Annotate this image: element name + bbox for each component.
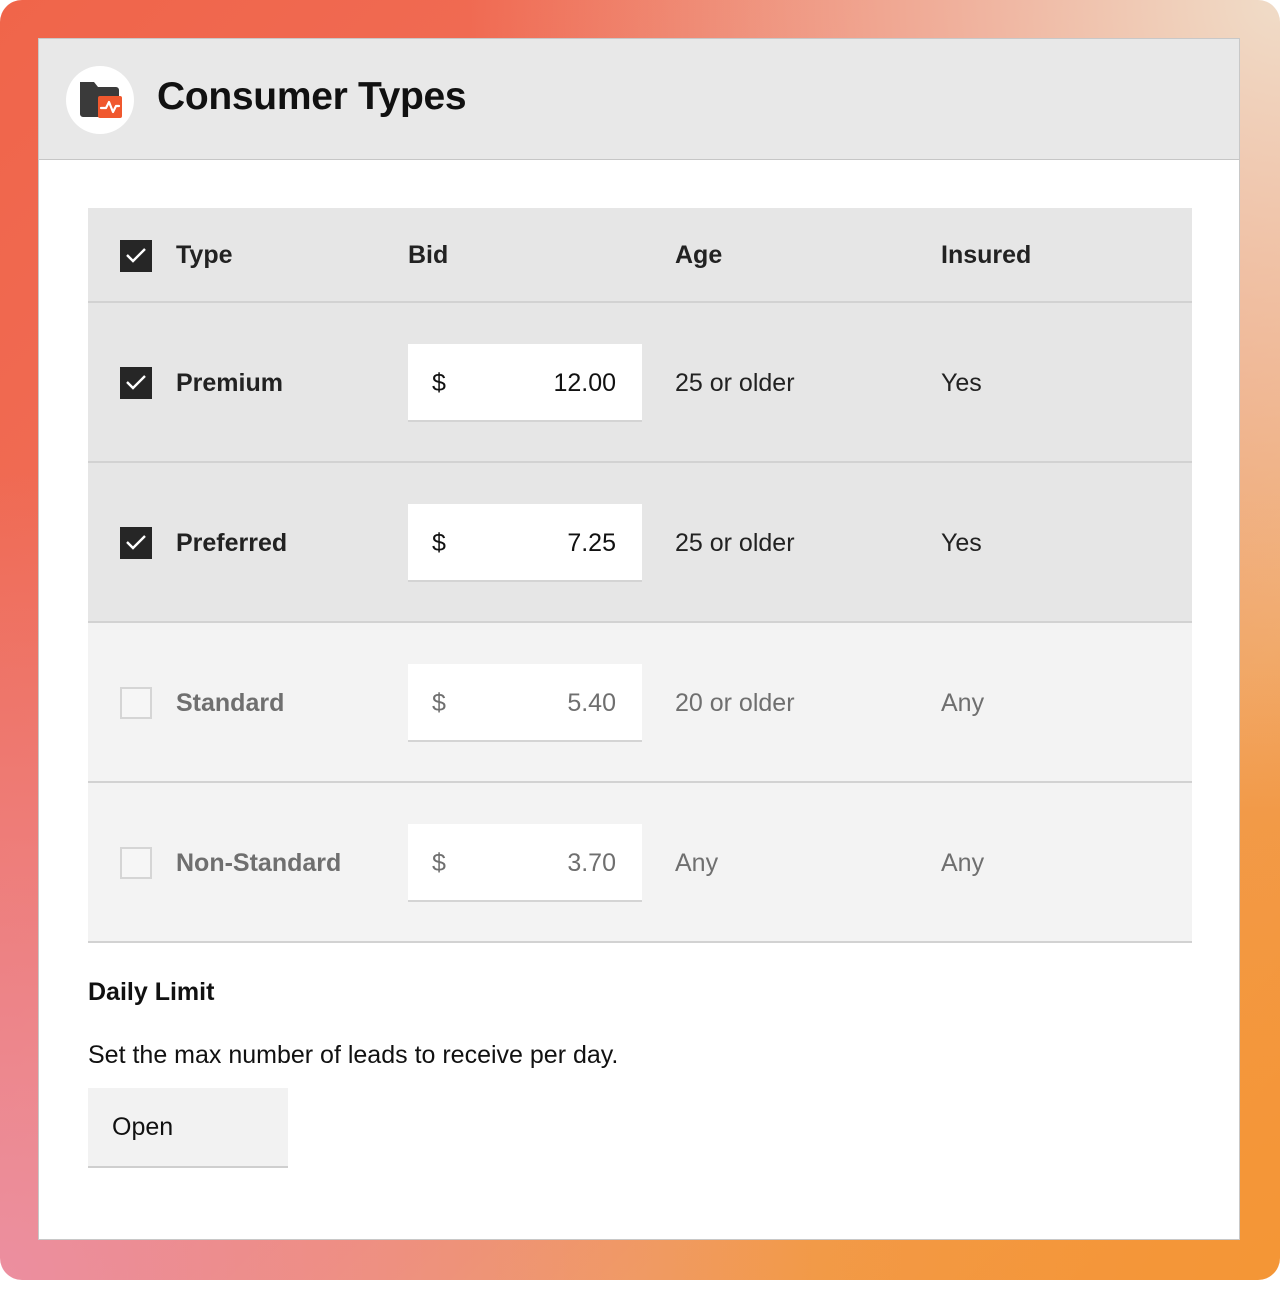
insured-value: Any xyxy=(941,689,985,717)
insured-value: Any xyxy=(941,849,985,877)
row-checkbox[interactable] xyxy=(120,847,152,879)
type-label: Standard xyxy=(176,689,285,717)
open-button[interactable]: Open xyxy=(88,1088,288,1168)
insured-value: Yes xyxy=(941,369,982,397)
table-row: Preferred $ 7.25 25 or older Yes xyxy=(88,463,1192,623)
panel-header: Consumer Types xyxy=(39,39,1239,160)
currency-symbol: $ xyxy=(432,689,446,717)
currency-symbol: $ xyxy=(432,529,446,557)
row-checkbox[interactable] xyxy=(120,367,152,399)
age-value: Any xyxy=(675,849,719,877)
column-header-type: Type xyxy=(176,241,233,269)
type-label: Non-Standard xyxy=(176,849,342,877)
bid-value: 7.25 xyxy=(567,529,616,557)
age-value: 25 or older xyxy=(675,529,795,557)
age-value: 20 or older xyxy=(675,689,795,717)
column-header-age: Age xyxy=(675,241,723,269)
select-all-checkbox[interactable] xyxy=(120,240,152,272)
table-header-row: Type Bid Age Insured xyxy=(88,208,1192,303)
type-label: Premium xyxy=(176,369,283,397)
row-checkbox[interactable] xyxy=(120,687,152,719)
folder-activity-icon xyxy=(66,66,134,134)
bid-input[interactable]: $ 3.70 xyxy=(408,824,642,902)
table-row: Standard $ 5.40 20 or older Any xyxy=(88,623,1192,783)
currency-symbol: $ xyxy=(432,849,446,877)
currency-symbol: $ xyxy=(432,369,446,397)
insured-value: Yes xyxy=(941,529,982,557)
consumer-types-table: Type Bid Age Insured Premium $ 12.00 25 … xyxy=(88,208,1192,943)
bid-value: 5.40 xyxy=(567,689,616,717)
table-row: Premium $ 12.00 25 or older Yes xyxy=(88,303,1192,463)
bid-input[interactable]: $ 7.25 xyxy=(408,504,642,582)
bid-value: 12.00 xyxy=(553,369,616,397)
row-checkbox[interactable] xyxy=(120,527,152,559)
type-label: Preferred xyxy=(176,529,288,557)
column-header-insured: Insured xyxy=(941,241,1032,269)
age-value: 25 or older xyxy=(675,369,795,397)
table-row: Non-Standard $ 3.70 Any Any xyxy=(88,783,1192,943)
column-header-bid: Bid xyxy=(408,241,449,269)
page-title: Consumer Types xyxy=(157,75,467,118)
bid-input[interactable]: $ 12.00 xyxy=(408,344,642,422)
daily-limit-title: Daily Limit xyxy=(88,978,215,1006)
bid-input[interactable]: $ 5.40 xyxy=(408,664,642,742)
bid-value: 3.70 xyxy=(567,849,616,877)
consumer-types-panel: Consumer Types Type Bid Age Insured Prem… xyxy=(38,38,1240,1240)
daily-limit-description: Set the max number of leads to receive p… xyxy=(88,1041,619,1069)
